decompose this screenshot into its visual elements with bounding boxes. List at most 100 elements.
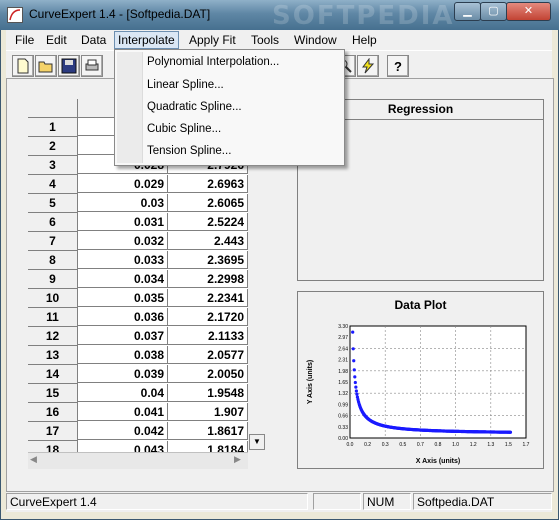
cell-y[interactable]: 2.2341 bbox=[168, 289, 248, 307]
data-point bbox=[352, 359, 356, 363]
row-header[interactable]: 14 bbox=[28, 365, 78, 384]
menu-data[interactable]: Data bbox=[81, 33, 106, 47]
scroll-left-arrow[interactable]: ◀ bbox=[30, 454, 37, 465]
close-button[interactable]: ✕ bbox=[506, 2, 551, 21]
cell-y[interactable]: 2.1720 bbox=[168, 308, 248, 326]
cell-x[interactable]: 0.03 bbox=[78, 194, 168, 212]
cell-y[interactable]: 1.9548 bbox=[168, 384, 248, 402]
cell-y[interactable]: 2.443 bbox=[168, 232, 248, 250]
row-header[interactable]: 15 bbox=[28, 384, 78, 403]
cell-y[interactable]: 2.0577 bbox=[168, 346, 248, 364]
row-header[interactable]: 16 bbox=[28, 403, 78, 422]
menu-help[interactable]: Help bbox=[352, 33, 377, 47]
cell-y[interactable]: 2.2998 bbox=[168, 270, 248, 288]
cell-x[interactable]: 0.042 bbox=[78, 422, 168, 440]
row-header[interactable]: 5 bbox=[28, 194, 78, 213]
row-header[interactable]: 8 bbox=[28, 251, 78, 270]
cell-x[interactable]: 0.031 bbox=[78, 213, 168, 231]
minimize-button[interactable]: ▁ bbox=[454, 2, 481, 21]
x-tick-label: 0.3 bbox=[382, 442, 389, 448]
data-point bbox=[354, 389, 358, 393]
table-row: 10 0.035 2.2341 bbox=[28, 289, 263, 308]
row-header[interactable]: 7 bbox=[28, 232, 78, 251]
cell-y[interactable]: 2.3695 bbox=[168, 251, 248, 269]
save-disk-icon[interactable] bbox=[58, 55, 80, 77]
table-row: 14 0.039 2.0050 bbox=[28, 365, 263, 384]
maximize-button[interactable]: ▢ bbox=[480, 2, 507, 21]
table-row: 8 0.033 2.3695 bbox=[28, 251, 263, 270]
title-bar: CurveExpert 1.4 - [Softpedia.DAT] SOFTPE… bbox=[0, 0, 559, 31]
scroll-down-arrow[interactable]: ▼ bbox=[249, 434, 265, 450]
grid-corner[interactable] bbox=[28, 99, 78, 118]
menu-interpolate[interactable]: Interpolate bbox=[114, 31, 179, 49]
row-header[interactable]: 13 bbox=[28, 346, 78, 365]
menu-apply-fit[interactable]: Apply Fit bbox=[189, 33, 236, 47]
cell-y[interactable]: 2.6065 bbox=[168, 194, 248, 212]
y-tick-label: 1.65 bbox=[338, 380, 348, 386]
table-row: 6 0.031 2.5224 bbox=[28, 213, 263, 232]
cell-x[interactable]: 0.038 bbox=[78, 346, 168, 364]
open-folder-icon[interactable] bbox=[35, 55, 57, 77]
x-tick-label: 1.7 bbox=[523, 442, 530, 448]
window-title: CurveExpert 1.4 - [Softpedia.DAT] bbox=[29, 7, 211, 21]
cell-x[interactable]: 0.04 bbox=[78, 384, 168, 402]
status-app-name: CurveExpert 1.4 bbox=[6, 493, 308, 510]
menu-window[interactable]: Window bbox=[294, 33, 337, 47]
row-header[interactable]: 4 bbox=[28, 175, 78, 194]
row-header[interactable]: 2 bbox=[28, 137, 78, 156]
cell-x[interactable]: 0.034 bbox=[78, 270, 168, 288]
menu-tools[interactable]: Tools bbox=[251, 33, 279, 47]
cell-x[interactable]: 0.035 bbox=[78, 289, 168, 307]
data-point bbox=[508, 430, 513, 434]
table-row: 11 0.036 2.1720 bbox=[28, 308, 263, 327]
cell-x[interactable]: 0.032 bbox=[78, 232, 168, 250]
app-icon[interactable] bbox=[7, 7, 23, 23]
cell-x[interactable]: 0.036 bbox=[78, 308, 168, 326]
table-row: 9 0.034 2.2998 bbox=[28, 270, 263, 289]
cell-x[interactable]: 0.039 bbox=[78, 365, 168, 383]
menu-item-tension-spline[interactable]: Tension Spline... bbox=[147, 145, 231, 157]
lightning-icon[interactable] bbox=[357, 55, 379, 77]
row-header[interactable]: 1 bbox=[28, 118, 78, 137]
data-plot-panel: Data Plot 0.0 0.2 0.3 0.5 0.7 0.8 1.0 1.2 1.3 1.5… bbox=[297, 291, 544, 469]
print-icon[interactable] bbox=[81, 55, 103, 77]
cell-y[interactable]: 2.6963 bbox=[168, 175, 248, 193]
cell-y[interactable]: 2.1133 bbox=[168, 327, 248, 345]
scroll-right-arrow[interactable]: ▶ bbox=[234, 454, 241, 465]
menu-edit[interactable]: Edit bbox=[46, 33, 67, 47]
row-header[interactable]: 10 bbox=[28, 289, 78, 308]
status-empty bbox=[313, 493, 361, 510]
x-tick-label: 0.7 bbox=[417, 442, 424, 448]
row-header[interactable]: 11 bbox=[28, 308, 78, 327]
cell-x[interactable]: 0.033 bbox=[78, 251, 168, 269]
row-header[interactable]: 3 bbox=[28, 156, 78, 175]
cell-y[interactable]: 1.8617 bbox=[168, 422, 248, 440]
menu-item-cubic-spline[interactable]: Cubic Spline... bbox=[147, 123, 221, 135]
cell-x[interactable]: 0.041 bbox=[78, 403, 168, 421]
grid-horizontal-scrollbar[interactable]: ◀ ▶ bbox=[28, 452, 248, 469]
cell-y[interactable]: 2.5224 bbox=[168, 213, 248, 231]
row-header[interactable]: 9 bbox=[28, 270, 78, 289]
x-tick-label: 1.3 bbox=[487, 442, 494, 448]
new-file-icon[interactable] bbox=[12, 55, 34, 77]
row-header[interactable]: 17 bbox=[28, 422, 78, 441]
row-header[interactable]: 12 bbox=[28, 327, 78, 346]
y-tick-label: 2.97 bbox=[338, 335, 348, 341]
menu-file[interactable]: File bbox=[15, 33, 34, 47]
data-point bbox=[353, 380, 357, 385]
menu-item-quadratic-spline[interactable]: Quadratic Spline... bbox=[147, 101, 242, 113]
table-row: 13 0.038 2.0577 bbox=[28, 346, 263, 365]
cell-x[interactable]: 0.037 bbox=[78, 327, 168, 345]
y-tick-label: 0.66 bbox=[338, 414, 348, 420]
row-header[interactable]: 6 bbox=[28, 213, 78, 232]
status-filename: Softpedia.DAT bbox=[413, 493, 552, 510]
cell-y[interactable]: 2.0050 bbox=[168, 365, 248, 383]
menu-item-linear-spline[interactable]: Linear Spline... bbox=[147, 79, 224, 91]
cell-y[interactable]: 1.907 bbox=[168, 403, 248, 421]
menu-item-polynomial-interpolation[interactable]: Polynomial Interpolation... bbox=[147, 56, 279, 68]
x-tick-label: 0.0 bbox=[347, 442, 354, 448]
help-icon[interactable]: ? bbox=[387, 55, 409, 77]
y-tick-label: 0.00 bbox=[338, 436, 348, 442]
data-plot-chart: 0.0 0.2 0.3 0.5 0.7 0.8 1.0 1.2 1.3 1.5 1.7 3.30 2.… bbox=[307, 324, 530, 465]
cell-x[interactable]: 0.029 bbox=[78, 175, 168, 193]
